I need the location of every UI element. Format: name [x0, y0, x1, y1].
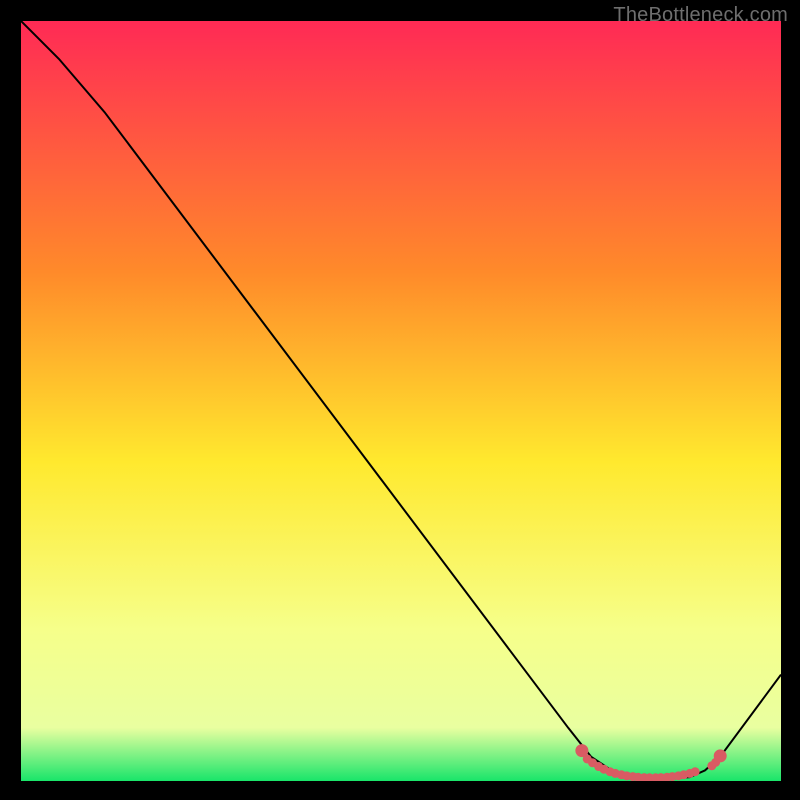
chart-svg	[21, 21, 781, 781]
marker-dot	[575, 744, 588, 757]
marker-dot	[691, 767, 700, 776]
chart-root: TheBottleneck.com	[0, 0, 800, 800]
gradient-bg	[21, 21, 781, 781]
plot-area	[21, 21, 781, 781]
marker-dot	[714, 749, 727, 762]
